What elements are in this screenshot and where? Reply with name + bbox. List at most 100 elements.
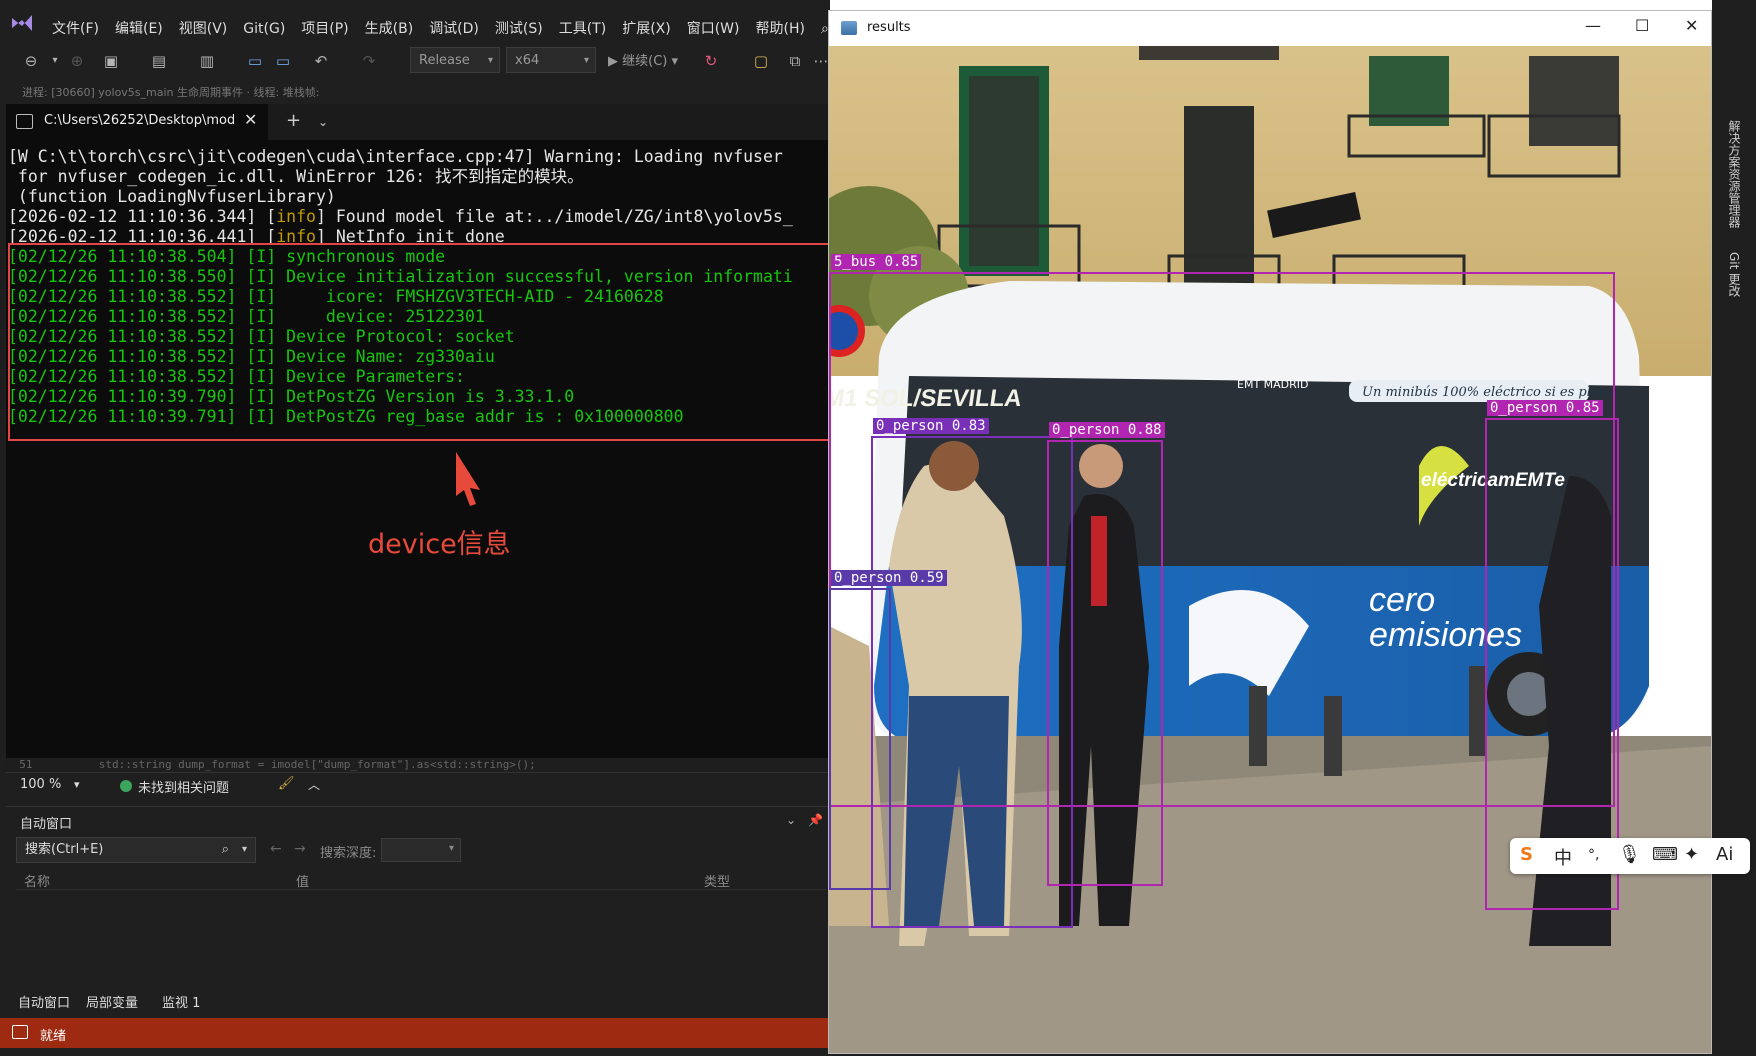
zoom-level[interactable]: 100 % <box>20 777 61 792</box>
window-layout-icon[interactable]: ⧉ <box>784 50 806 72</box>
column-header-type[interactable]: 类型 <box>704 871 730 890</box>
sidebar-item-solution-explorer[interactable]: 解决方案资源管理器 <box>1726 120 1743 228</box>
new-file-icon[interactable]: ▤ <box>148 50 170 72</box>
detection-label: 0_person 0.88 <box>1049 422 1165 438</box>
sogou-logo-icon[interactable]: S <box>1520 844 1533 865</box>
tab-watch-1[interactable]: 监视 1 <box>162 992 200 1011</box>
debug-location-text: 进程: [30660] yolov5s_main 生命周期事件 · 线程: 堆栈… <box>22 86 320 99</box>
tab-locals[interactable]: 局部变量 <box>86 992 138 1011</box>
autos-search-input[interactable]: 搜索(Ctrl+E) ⌕ ▾ <box>16 837 256 863</box>
search-depth-dropdown[interactable]: ▾ <box>381 838 461 862</box>
debug-location-bar: 进程: [30660] yolov5s_main 生命周期事件 · 线程: 堆栈… <box>0 82 830 100</box>
visual-studio-logo-icon[interactable] <box>10 12 34 34</box>
maximize-icon[interactable]: ☐ <box>1635 16 1649 35</box>
microphone-icon[interactable]: 🎙 <box>1618 844 1641 865</box>
skin-icon[interactable]: ✦ <box>1684 844 1699 865</box>
check-circle-icon <box>120 780 132 792</box>
undo-icon[interactable]: ↶ <box>310 50 332 72</box>
platform-dropdown[interactable]: x64 ▾ <box>506 47 596 73</box>
editor-code-line: 51 std::string dump_format = imodel["dum… <box>6 758 830 772</box>
log-message: ] Found model file at:../imodel/ZG/int8\… <box>315 207 793 226</box>
menu-git[interactable]: Git(G) <box>235 18 293 40</box>
menu-view[interactable]: 视图(V) <box>171 18 236 40</box>
close-icon[interactable]: ✕ <box>1685 16 1698 35</box>
results-window: results — ☐ ✕ Un minibús 100% eléctrico … <box>828 10 1712 1054</box>
save-icon[interactable]: ▭ <box>244 50 266 72</box>
image-window-icon <box>841 21 857 35</box>
minimize-icon[interactable]: — <box>1585 16 1601 35</box>
chevron-down-icon[interactable]: ▾ <box>44 50 66 72</box>
chevron-down-icon[interactable]: ⌄ <box>786 813 796 827</box>
debug-tool-tabs: 自动窗口 局部变量 监视 1 <box>6 988 830 1014</box>
main-menu: 文件(F) 编辑(E) 视图(V) Git(G) 项目(P) 生成(B) 调试(… <box>44 18 885 40</box>
terminal-tab[interactable]: C:\Users\26252\Desktop\mod ✕ <box>6 104 268 140</box>
arrow-right-icon[interactable]: → <box>294 841 306 857</box>
search-placeholder: 搜索(Ctrl+E) <box>25 842 104 857</box>
configuration-dropdown[interactable]: Release ▾ <box>410 47 500 73</box>
ime-ai[interactable]: Ai <box>1716 844 1733 865</box>
forward-icon[interactable]: ⊕ <box>66 50 88 72</box>
issues-status[interactable]: 未找到相关问题 <box>138 777 229 796</box>
code-cleanup-icon[interactable]: 🖌 <box>278 776 295 791</box>
editor-status-strip: 100 % ▾ 未找到相关问题 🖌 ︿ <box>6 772 830 799</box>
detection-label: 0_person 0.59 <box>831 570 947 586</box>
menu-window[interactable]: 窗口(W) <box>679 18 748 40</box>
column-header-name[interactable]: 名称 <box>24 871 50 890</box>
detection-box-person: 0_person 0.85 <box>1485 400 1619 910</box>
menu-help[interactable]: 帮助(H) <box>748 18 813 40</box>
menu-edit[interactable]: 编辑(E) <box>107 18 171 40</box>
menu-file[interactable]: 文件(F) <box>44 18 107 40</box>
detection-label: 0_person 0.83 <box>873 418 989 434</box>
search-icon[interactable]: ⌕ <box>222 838 229 862</box>
log-prefix: [2026-02-12 11:10:36.344] [ <box>8 207 277 226</box>
close-icon[interactable]: ✕ <box>244 110 257 129</box>
vs-right-sidebar: 解决方案资源管理器 Git 更改 <box>1712 0 1756 1056</box>
log-line: [2026-02-12 11:10:36.344] [info] Found m… <box>8 207 793 227</box>
back-icon[interactable]: ⊖ <box>20 50 42 72</box>
ime-punctuation[interactable]: °, <box>1588 847 1599 863</box>
terminal-output[interactable]: [W C:\t\torch\csrc\jit\codegen\cuda\inte… <box>6 140 830 766</box>
annotation-label: device信息 <box>368 529 511 560</box>
arrow-left-icon[interactable]: ← <box>270 841 282 857</box>
sidebar-item-git-changes[interactable]: Git 更改 <box>1726 252 1743 297</box>
terminal-tab-title: C:\Users\26252\Desktop\mod <box>44 113 234 128</box>
add-item-icon[interactable]: ▥ <box>196 50 218 72</box>
detection-label: 0_person 0.85 <box>1487 400 1603 416</box>
log-line: (function LoadingNvfuserLibrary) <box>8 187 336 206</box>
menu-extensions[interactable]: 扩展(X) <box>614 18 679 40</box>
new-tab-plus-icon[interactable]: + <box>286 110 301 131</box>
output-icon[interactable] <box>12 1025 28 1039</box>
log-level: info <box>276 207 316 226</box>
chevron-down-icon: ▾ <box>583 55 589 66</box>
autos-title: 自动窗口 <box>20 817 73 832</box>
new-project-icon[interactable]: ▣ <box>100 50 122 72</box>
open-folder-icon[interactable]: ▢ <box>750 50 772 72</box>
menu-build[interactable]: 生成(B) <box>357 18 422 40</box>
menu-debug[interactable]: 调试(D) <box>421 18 487 40</box>
chevron-up-icon[interactable]: ︿ <box>308 776 320 793</box>
tab-autos[interactable]: 自动窗口 <box>18 992 70 1011</box>
chevron-down-icon[interactable]: ⌄ <box>318 115 328 129</box>
log-line: [W C:\t\torch\csrc\jit\codegen\cuda\inte… <box>8 147 783 166</box>
vs-menubar: 文件(F) 编辑(E) 视图(V) Git(G) 项目(P) 生成(B) 调试(… <box>0 0 869 40</box>
save-all-icon[interactable]: ▭ <box>272 50 294 72</box>
results-window-title: results <box>867 20 911 35</box>
status-bar: 就绪 <box>0 1018 830 1048</box>
menu-project[interactable]: 项目(P) <box>293 18 356 40</box>
pin-icon[interactable]: 📌 <box>808 813 823 827</box>
menu-test[interactable]: 测试(S) <box>487 18 551 40</box>
annotation-highlight-box <box>8 243 832 441</box>
menu-tools[interactable]: 工具(T) <box>551 18 614 40</box>
continue-button[interactable]: ▶ 继续(C) ▾ <box>608 50 678 72</box>
chevron-down-icon[interactable]: ▾ <box>74 778 80 791</box>
chevron-down-icon[interactable]: ▾ <box>242 838 247 862</box>
keyboard-icon[interactable]: ⌨ <box>1652 844 1678 865</box>
hot-reload-icon[interactable]: ↻ <box>700 50 722 72</box>
detection-label: 5_bus 0.85 <box>831 254 922 270</box>
detection-result-image: Un minibús 100% eléctrico si es plan EMT… <box>829 46 1711 1053</box>
column-header-value[interactable]: 值 <box>296 871 309 890</box>
redo-icon[interactable]: ↷ <box>358 50 380 72</box>
ime-chinese-mode[interactable]: 中 <box>1554 844 1572 870</box>
continue-label: 继续(C) <box>622 54 668 69</box>
search-depth-label: 搜索深度: <box>320 846 377 861</box>
